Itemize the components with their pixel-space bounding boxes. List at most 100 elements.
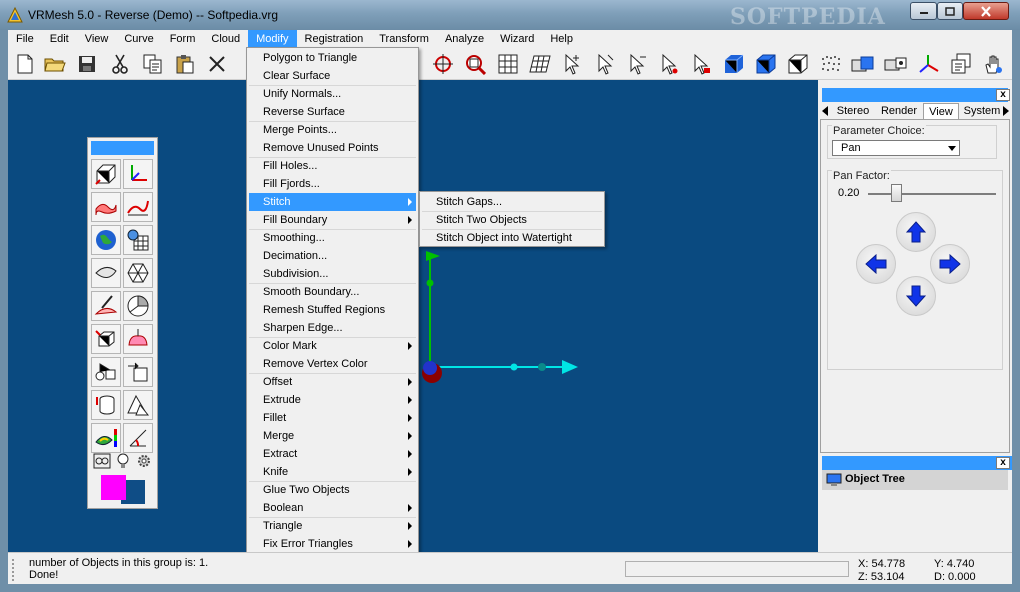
palette-surface-button[interactable] xyxy=(91,192,121,222)
menu-registration[interactable]: Registration xyxy=(297,30,372,48)
menu-item-fill-fjords[interactable]: Fill Fjords... xyxy=(249,175,416,193)
select-node-button[interactable] xyxy=(656,51,682,77)
tab-stereo[interactable]: Stereo xyxy=(832,103,874,119)
palette-pie-button[interactable] xyxy=(123,291,153,321)
copy-button[interactable] xyxy=(140,51,166,77)
menu-item-fill-holes[interactable]: Fill Holes... xyxy=(249,157,416,175)
pan-factor-slider-track[interactable] xyxy=(868,193,996,195)
hand-button[interactable] xyxy=(980,51,1006,77)
menu-item-extrude[interactable]: Extrude xyxy=(249,391,416,409)
solid-box-button[interactable] xyxy=(721,51,747,77)
tab-scroll-left-icon[interactable] xyxy=(822,106,828,116)
submenu-item-stitch-gaps[interactable]: Stitch Gaps... xyxy=(422,193,602,211)
layers-button[interactable] xyxy=(948,51,974,77)
palette-axis-button[interactable] xyxy=(123,159,153,189)
pan-up-button[interactable] xyxy=(896,212,936,252)
pan-left-button[interactable] xyxy=(856,244,896,284)
menu-item-stitch[interactable]: Stitch xyxy=(249,193,416,211)
select-arrow-button[interactable] xyxy=(559,51,585,77)
pan-down-button[interactable] xyxy=(896,276,936,316)
menu-item-boolean[interactable]: Boolean xyxy=(249,499,416,517)
menu-item-fix-error-triangles[interactable]: Fix Error Triangles xyxy=(249,535,416,553)
palette-color-map-button[interactable] xyxy=(91,423,121,453)
palette-triangle-button[interactable] xyxy=(123,390,153,420)
menu-form[interactable]: Form xyxy=(162,30,204,48)
point-cloud-button[interactable] xyxy=(818,51,844,77)
menu-item-merge[interactable]: Merge xyxy=(249,427,416,445)
menu-item-remesh-stuffed-regions[interactable]: Remesh Stuffed Regions xyxy=(249,301,416,319)
new-file-button[interactable] xyxy=(12,51,38,77)
menu-item-clear-surface[interactable]: Clear Surface xyxy=(249,67,416,85)
foreground-color-swatch[interactable] xyxy=(101,475,126,500)
menu-edit[interactable]: Edit xyxy=(42,30,77,48)
tab-system[interactable]: System xyxy=(961,103,1003,119)
menu-wizard[interactable]: Wizard xyxy=(492,30,542,48)
palette-move-button[interactable] xyxy=(123,357,153,387)
save-button[interactable] xyxy=(74,51,100,77)
open-button[interactable] xyxy=(42,51,68,77)
close-button[interactable] xyxy=(963,2,1009,20)
tab-scroll-right-icon[interactable] xyxy=(1003,106,1009,116)
tab-render[interactable]: Render xyxy=(876,103,922,119)
menu-item-extract[interactable]: Extract xyxy=(249,445,416,463)
grid-button[interactable] xyxy=(495,51,521,77)
palette-transform-button[interactable] xyxy=(91,159,121,189)
axis-button[interactable] xyxy=(916,51,942,77)
menu-view[interactable]: View xyxy=(77,30,117,48)
palette-settings-button[interactable] xyxy=(134,452,154,470)
palette-pen-button[interactable] xyxy=(91,291,121,321)
menu-item-remove-unused-points[interactable]: Remove Unused Points xyxy=(249,139,416,157)
palette-light-button[interactable] xyxy=(113,452,133,470)
menu-file[interactable]: File xyxy=(8,30,42,48)
parameter-choice-select[interactable]: Pan xyxy=(832,140,960,156)
menu-modify[interactable]: Modify xyxy=(248,30,297,48)
cut-button[interactable] xyxy=(107,51,133,77)
menu-curve[interactable]: Curve xyxy=(116,30,161,48)
wire-box-button[interactable] xyxy=(785,51,811,77)
zoom-window-button[interactable] xyxy=(462,51,488,77)
menu-item-reverse-surface[interactable]: Reverse Surface xyxy=(249,103,416,121)
palette-title-bar[interactable] xyxy=(91,141,154,155)
origin-marker[interactable] xyxy=(423,361,437,375)
menu-item-glue-two-objects[interactable]: Glue Two Objects xyxy=(249,481,416,499)
menu-item-polygon-to-triangle[interactable]: Polygon to Triangle xyxy=(249,49,416,67)
menu-item-fillet[interactable]: Fillet xyxy=(249,409,416,427)
menu-item-color-mark[interactable]: Color Mark xyxy=(249,337,416,355)
view-front-button[interactable] xyxy=(850,51,876,77)
chevron-down-icon[interactable] xyxy=(945,142,958,154)
view-panel-title-bar[interactable] xyxy=(822,88,1008,102)
pan-factor-slider-thumb[interactable] xyxy=(891,184,903,202)
menu-item-sharpen-edge[interactable]: Sharpen Edge... xyxy=(249,319,416,337)
menu-item-fill-boundary[interactable]: Fill Boundary xyxy=(249,211,416,229)
menu-analyze[interactable]: Analyze xyxy=(437,30,492,48)
object-tree-close-button[interactable]: x xyxy=(996,457,1010,469)
menu-item-decimation[interactable]: Decimation... xyxy=(249,247,416,265)
object-tree-label[interactable]: Object Tree xyxy=(845,473,905,485)
delete-button[interactable] xyxy=(204,51,230,77)
menu-item-smooth-boundary[interactable]: Smooth Boundary... xyxy=(249,283,416,301)
status-grip[interactable] xyxy=(12,559,22,581)
minimize-button[interactable] xyxy=(910,2,937,20)
menu-item-merge-points[interactable]: Merge Points... xyxy=(249,121,416,139)
palette-patch-button[interactable] xyxy=(91,258,121,288)
perspective-grid-button[interactable] xyxy=(527,51,553,77)
y-axis-handle[interactable] xyxy=(426,279,434,287)
title-bar[interactable]: VRMesh 5.0 - Reverse (Demo) -- Softpedia… xyxy=(0,0,1020,30)
submenu-item-stitch-watertight[interactable]: Stitch Object into Watertight xyxy=(422,229,602,247)
submenu-item-stitch-two-objects[interactable]: Stitch Two Objects xyxy=(422,211,602,229)
palette-curve-button[interactable] xyxy=(123,192,153,222)
menu-item-smoothing[interactable]: Smoothing... xyxy=(249,229,416,247)
menu-item-unify-normals[interactable]: Unify Normals... xyxy=(249,85,416,103)
menu-item-triangle[interactable]: Triangle xyxy=(249,517,416,535)
object-tree-title-bar[interactable] xyxy=(822,456,1012,470)
select-remove-button[interactable] xyxy=(624,51,650,77)
menu-cloud[interactable]: Cloud xyxy=(203,30,248,48)
palette-cube-button[interactable] xyxy=(91,324,121,354)
pan-right-button[interactable] xyxy=(930,244,970,284)
palette-globe-button[interactable] xyxy=(91,225,121,255)
select-lock-button[interactable] xyxy=(688,51,714,77)
menu-item-remove-vertex-color[interactable]: Remove Vertex Color xyxy=(249,355,416,373)
palette-sphere-grid-button[interactable] xyxy=(123,225,153,255)
menu-item-subdivision[interactable]: Subdivision... xyxy=(249,265,416,283)
palette-render-button[interactable] xyxy=(92,452,112,470)
